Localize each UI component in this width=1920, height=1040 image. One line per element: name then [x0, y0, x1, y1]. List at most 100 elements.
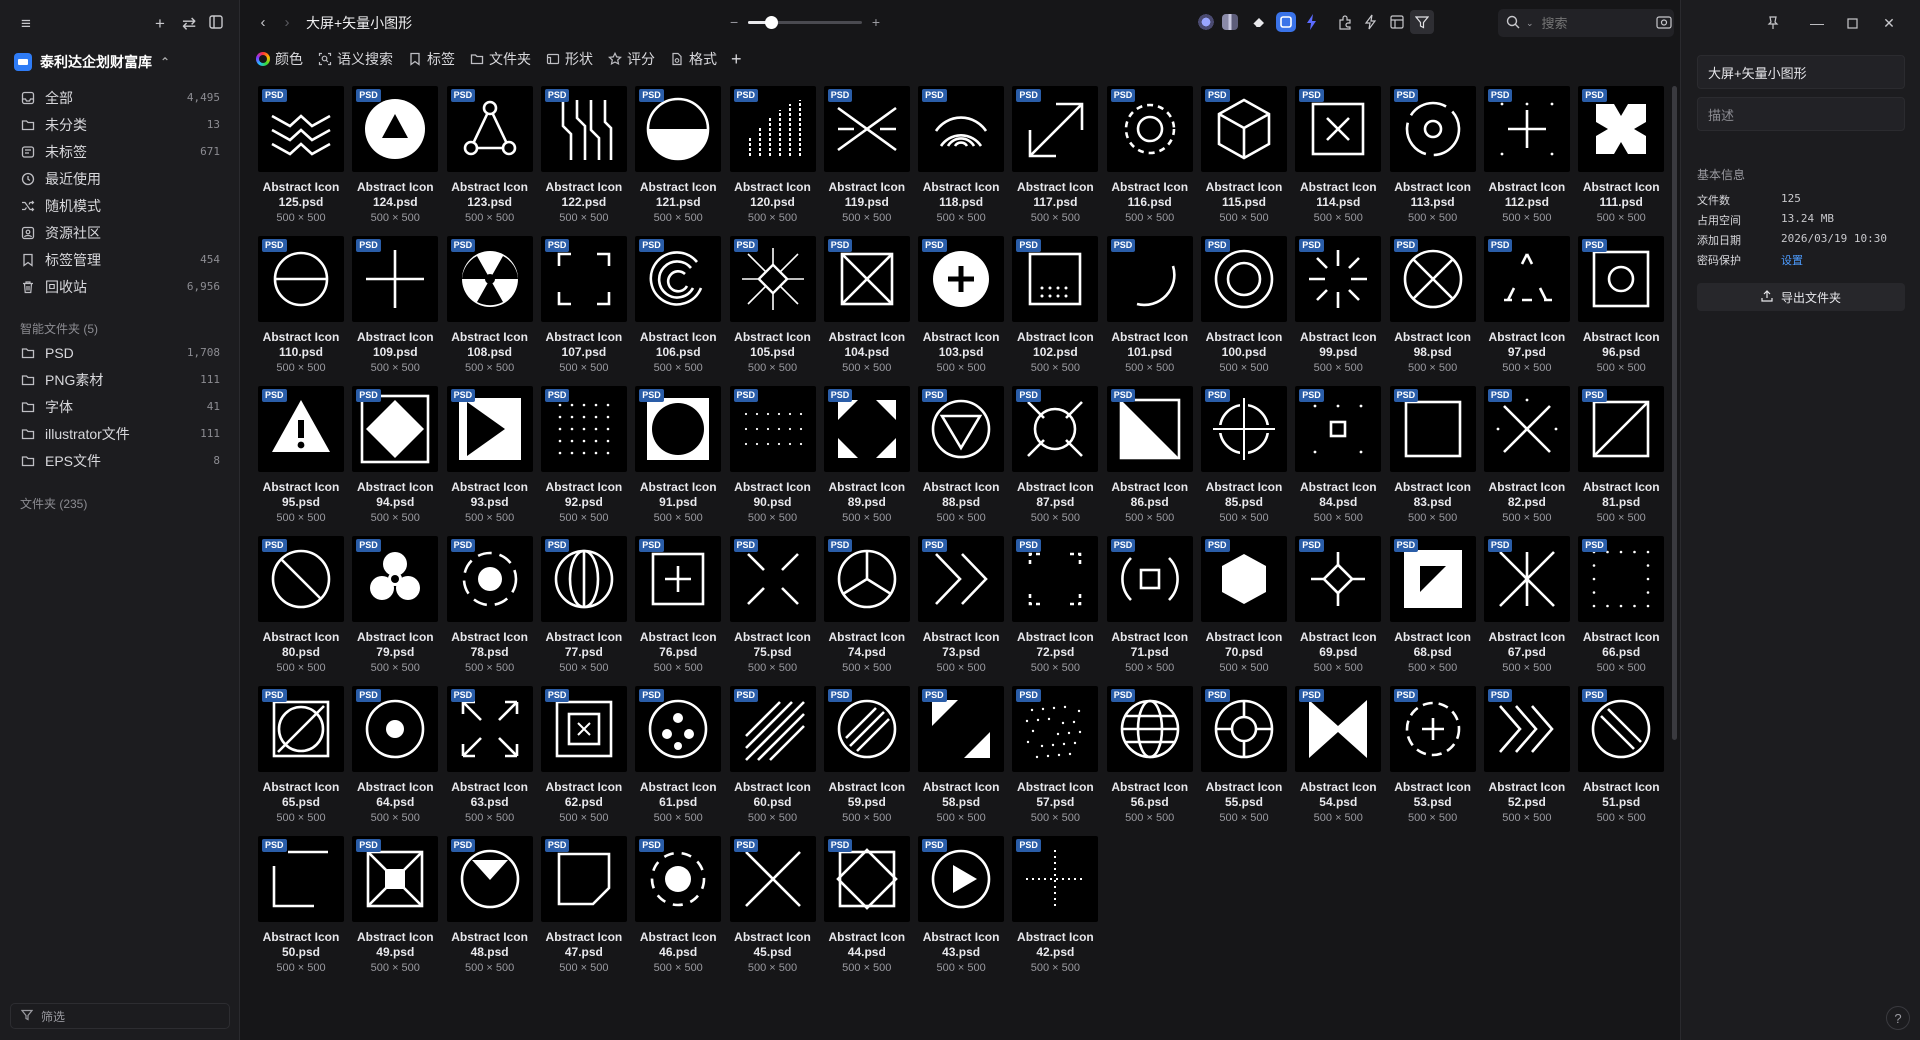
- extensions-icon[interactable]: [1334, 10, 1356, 34]
- search-input[interactable]: [1539, 14, 1650, 32]
- asset-thumbnail[interactable]: PSD: [729, 386, 816, 472]
- plugin-eraser-icon[interactable]: [1250, 13, 1268, 31]
- asset-thumbnail[interactable]: PSD: [258, 686, 344, 772]
- sidebar-item[interactable]: 资源社区: [10, 219, 230, 246]
- plugin-app-icon[interactable]: [1276, 12, 1296, 32]
- asset-thumbnail[interactable]: PSD: [918, 536, 1005, 622]
- asset-thumbnail[interactable]: PSD: [1201, 686, 1287, 772]
- sidebar-toggle-icon[interactable]: [202, 10, 230, 38]
- layout-icon[interactable]: [1386, 10, 1408, 34]
- asset-thumbnail[interactable]: PSD: [1012, 836, 1099, 922]
- asset-thumbnail[interactable]: PSD: [918, 86, 1005, 172]
- asset-thumbnail[interactable]: PSD: [1295, 86, 1382, 172]
- asset-thumbnail[interactable]: PSD: [352, 536, 439, 622]
- add-filter-icon[interactable]: +: [731, 49, 742, 70]
- forward-icon[interactable]: ›: [276, 10, 298, 34]
- asset-thumbnail[interactable]: PSD: [729, 686, 816, 772]
- asset-thumbnail[interactable]: PSD: [352, 686, 439, 772]
- asset-thumbnail[interactable]: PSD: [352, 86, 439, 172]
- plugin-sphere-icon[interactable]: [1196, 12, 1216, 32]
- asset-thumbnail[interactable]: PSD: [729, 236, 816, 322]
- zoom-in-button[interactable]: +: [872, 14, 880, 30]
- asset-thumbnail[interactable]: PSD: [1578, 536, 1665, 622]
- image-search-icon[interactable]: [1655, 15, 1672, 32]
- sidebar-item[interactable]: PSD 1,708: [10, 339, 230, 366]
- sidebar-item[interactable]: 随机模式: [10, 192, 230, 219]
- asset-thumbnail[interactable]: PSD: [1106, 236, 1193, 322]
- asset-thumbnail[interactable]: PSD: [1106, 536, 1193, 622]
- asset-thumbnail[interactable]: PSD: [1389, 236, 1476, 322]
- asset-thumbnail[interactable]: PSD: [1389, 386, 1476, 472]
- asset-thumbnail[interactable]: PSD: [258, 836, 344, 922]
- sidebar-item[interactable]: 最近使用: [10, 165, 230, 192]
- asset-thumbnail[interactable]: PSD: [540, 386, 627, 472]
- asset-thumbnail[interactable]: PSD: [918, 236, 1005, 322]
- asset-thumbnail[interactable]: PSD: [1578, 686, 1665, 772]
- asset-thumbnail[interactable]: PSD: [635, 686, 722, 772]
- filter-icon[interactable]: [1410, 10, 1434, 34]
- asset-thumbnail[interactable]: PSD: [1012, 86, 1099, 172]
- switch-icon[interactable]: ⇄: [175, 10, 203, 38]
- filter-folder[interactable]: 文件夹: [469, 49, 531, 69]
- asset-thumbnail[interactable]: PSD: [540, 686, 627, 772]
- asset-thumbnail[interactable]: PSD: [918, 386, 1005, 472]
- asset-thumbnail[interactable]: PSD: [1012, 536, 1099, 622]
- asset-thumbnail[interactable]: PSD: [823, 836, 910, 922]
- asset-thumbnail[interactable]: PSD: [1483, 686, 1570, 772]
- asset-thumbnail[interactable]: PSD: [823, 686, 910, 772]
- filter-star[interactable]: 评分: [607, 49, 655, 69]
- zoom-slider[interactable]: [748, 15, 862, 29]
- asset-thumbnail[interactable]: PSD: [635, 386, 722, 472]
- asset-thumbnail[interactable]: PSD: [918, 686, 1005, 772]
- asset-thumbnail[interactable]: PSD: [1201, 536, 1287, 622]
- pin-icon[interactable]: [1759, 10, 1787, 36]
- folders-title[interactable]: 文件夹 (235): [20, 495, 87, 512]
- asset-thumbnail[interactable]: PSD: [823, 386, 910, 472]
- asset-thumbnail[interactable]: PSD: [729, 86, 816, 172]
- asset-thumbnail[interactable]: PSD: [258, 86, 344, 172]
- asset-thumbnail[interactable]: PSD: [1106, 86, 1193, 172]
- asset-thumbnail[interactable]: PSD: [1389, 686, 1476, 772]
- filter-file-format[interactable]: 格式: [669, 49, 717, 69]
- asset-thumbnail[interactable]: PSD: [540, 236, 627, 322]
- sidebar-item[interactable]: 未标签 671: [10, 138, 230, 165]
- asset-thumbnail[interactable]: PSD: [1295, 536, 1382, 622]
- search-box[interactable]: ⌄: [1498, 9, 1674, 37]
- help-button[interactable]: ?: [1886, 1006, 1910, 1030]
- asset-thumbnail[interactable]: PSD: [1578, 386, 1665, 472]
- plugin-palette-icon[interactable]: [1222, 14, 1238, 30]
- back-icon[interactable]: ‹: [252, 10, 274, 34]
- minimize-icon[interactable]: —: [1803, 10, 1831, 36]
- smart-folders-title[interactable]: 智能文件夹 (5): [20, 320, 98, 337]
- sidebar-item[interactable]: 标签管理 454: [10, 246, 230, 273]
- asset-thumbnail[interactable]: PSD: [918, 836, 1005, 922]
- asset-thumbnail[interactable]: PSD: [1295, 386, 1382, 472]
- asset-thumbnail[interactable]: PSD: [1106, 686, 1193, 772]
- filter-bookmark[interactable]: 标签: [407, 49, 455, 69]
- sidebar-item[interactable]: 回收站 6,956: [10, 273, 230, 300]
- library-switcher[interactable]: 泰利达企划财富库 ⌃: [14, 48, 229, 76]
- asset-thumbnail[interactable]: PSD: [352, 836, 439, 922]
- asset-thumbnail[interactable]: PSD: [352, 386, 439, 472]
- asset-thumbnail[interactable]: PSD: [729, 836, 816, 922]
- asset-thumbnail[interactable]: PSD: [1295, 236, 1382, 322]
- asset-thumbnail[interactable]: PSD: [1578, 236, 1665, 322]
- asset-thumbnail[interactable]: PSD: [1483, 386, 1570, 472]
- asset-thumbnail[interactable]: PSD: [823, 86, 910, 172]
- asset-thumbnail[interactable]: PSD: [635, 236, 722, 322]
- asset-thumbnail[interactable]: PSD: [446, 386, 533, 472]
- sidebar-item[interactable]: 全部 4,495: [10, 84, 230, 111]
- asset-thumbnail[interactable]: PSD: [446, 536, 533, 622]
- asset-thumbnail[interactable]: PSD: [258, 536, 344, 622]
- folder-name-field[interactable]: 大屏+矢量小图形: [1697, 55, 1905, 89]
- asset-thumbnail[interactable]: PSD: [352, 236, 439, 322]
- sidebar-filter[interactable]: 筛选: [10, 1003, 230, 1029]
- info-value[interactable]: 设置: [1781, 252, 1803, 272]
- filter-shape[interactable]: 形状: [545, 49, 593, 69]
- asset-thumbnail[interactable]: PSD: [1012, 386, 1099, 472]
- sidebar-item[interactable]: 未分类 13: [10, 111, 230, 138]
- asset-thumbnail[interactable]: PSD: [540, 836, 627, 922]
- asset-thumbnail[interactable]: PSD: [1201, 86, 1287, 172]
- lightning-icon[interactable]: [1360, 10, 1382, 34]
- asset-thumbnail[interactable]: PSD: [1483, 236, 1570, 322]
